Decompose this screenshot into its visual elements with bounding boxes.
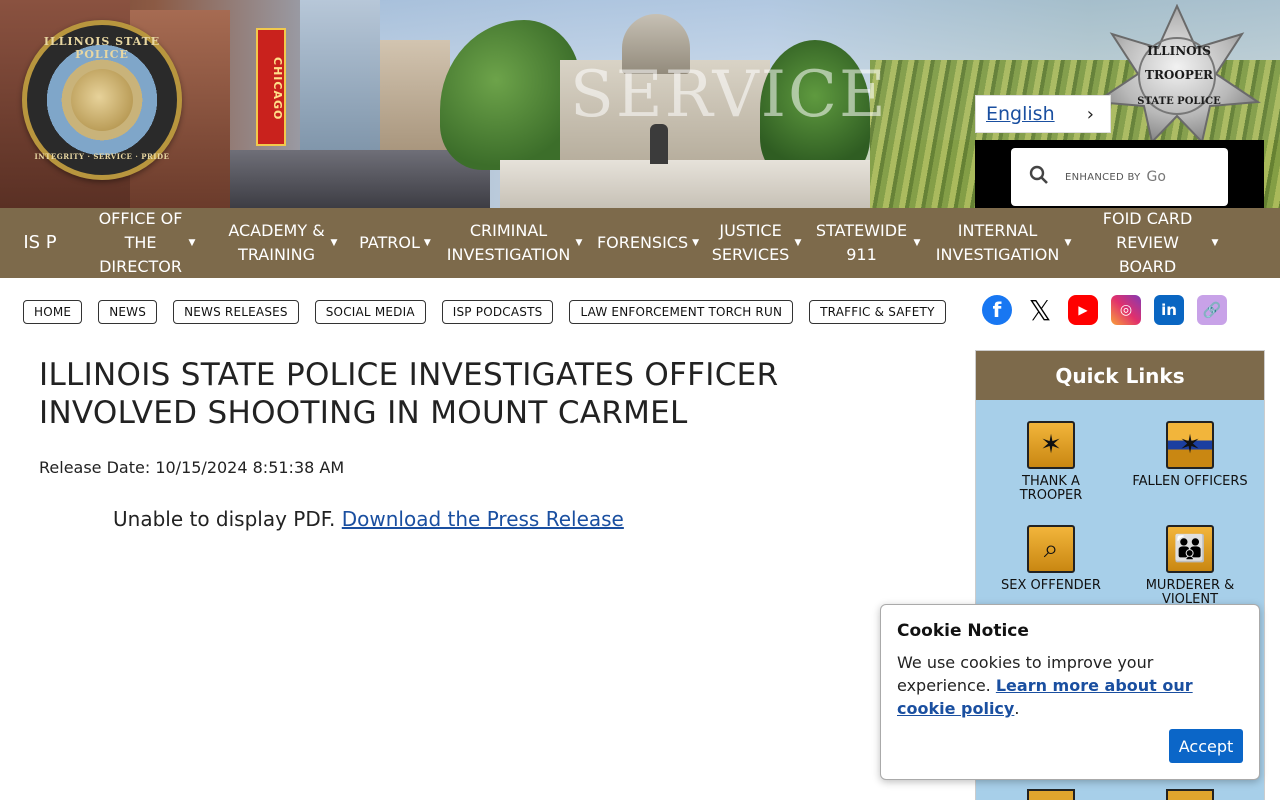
search-brand-label: Go xyxy=(1146,169,1166,185)
chicago-sign: CHICAGO xyxy=(256,28,286,146)
nav-label: CRIMINAL INVESTIGATION xyxy=(446,221,571,264)
badge-line-1: ILLINOIS xyxy=(1147,44,1211,58)
nav-label: INTERNAL INVESTIGATION xyxy=(935,221,1060,264)
language-link[interactable]: English xyxy=(986,103,1055,125)
youtube-icon[interactable]: ▶ xyxy=(1068,295,1098,325)
accept-cookies-button[interactable]: Accept xyxy=(1169,729,1243,763)
caret-down-icon: ▼ xyxy=(330,238,338,248)
quick-link-icon-partial[interactable] xyxy=(1166,789,1214,800)
facebook-icon[interactable]: f xyxy=(982,295,1012,325)
caret-down-icon: ▼ xyxy=(575,238,583,248)
nav-label: PATROL xyxy=(359,233,420,252)
subnav-home[interactable]: HOME xyxy=(23,300,83,324)
pdf-message: Unable to display PDF. Download the Pres… xyxy=(113,507,624,531)
nav-isp-home[interactable]: IS P xyxy=(0,229,80,257)
caret-down-icon: ▼ xyxy=(913,238,921,248)
cookie-notice: Cookie Notice We use cookies to improve … xyxy=(880,604,1260,780)
social-links: f 𝕏 ▶ ◎ in 🔗 xyxy=(982,294,1227,327)
badge-line-3: STATE POLICE xyxy=(1137,96,1221,107)
caret-down-icon: ▼ xyxy=(423,238,431,248)
download-press-release-link[interactable]: Download the Press Release xyxy=(342,507,624,531)
caret-down-icon: ▼ xyxy=(188,238,196,248)
quick-link-label: FALLEN OFFICERS xyxy=(1132,474,1248,489)
subnav-news[interactable]: NEWS xyxy=(98,300,158,324)
family-icon: 👪 xyxy=(1166,525,1214,573)
capitol-steps xyxy=(500,160,870,208)
star-badge-mourning-icon: ✶ xyxy=(1166,421,1214,469)
nav-justice-services[interactable]: JUSTICE SERVICES ▼ xyxy=(706,219,806,267)
magnifier-icon: ⌕ xyxy=(1027,525,1075,573)
link-icon[interactable]: 🔗 xyxy=(1197,295,1227,325)
nav-office-of-the-director[interactable]: OFFICE OF THE DIRECTOR ▼ xyxy=(80,207,212,279)
caret-down-icon: ▼ xyxy=(794,238,802,248)
page-title: ILLINOIS STATE POLICE INVESTIGATES OFFIC… xyxy=(39,357,779,431)
quick-link-icon-partial[interactable] xyxy=(1027,789,1075,800)
cookie-text: We use cookies to improve your experienc… xyxy=(897,651,1243,720)
seal-motto: INTEGRITY · SERVICE · PRIDE xyxy=(34,152,170,161)
caret-down-icon: ▼ xyxy=(1211,238,1219,248)
search-enhanced-label: ENHANCED BY xyxy=(1065,171,1141,183)
cookie-suffix: . xyxy=(1014,699,1020,718)
seal-text: ILLINOIS STATE POLICE xyxy=(43,35,161,61)
nav-label: STATEWIDE 911 xyxy=(815,221,908,264)
search-icon[interactable] xyxy=(1029,165,1049,190)
nav-criminal-investigation[interactable]: CRIMINAL INVESTIGATION ▼ xyxy=(438,219,590,267)
eagle-icon xyxy=(71,69,133,131)
quick-links-title: Quick Links xyxy=(976,351,1264,400)
release-date: Release Date: 10/15/2024 8:51:38 AM xyxy=(39,458,345,477)
quick-link-label: THANK A TROOPER xyxy=(1019,474,1083,503)
quick-link-murderer-violent[interactable]: 👪 MURDERER & VIOLENT xyxy=(1130,525,1250,607)
banner-street xyxy=(230,150,490,208)
service-watermark: SERVICE xyxy=(570,58,888,132)
subnav-social-media[interactable]: SOCIAL MEDIA xyxy=(314,300,426,324)
nav-label: FOID CARD REVIEW BOARD xyxy=(1102,209,1193,276)
quick-link-label: SEX OFFENDER xyxy=(1001,578,1101,593)
caret-down-icon: ▼ xyxy=(1064,238,1072,248)
subnav-torch-run[interactable]: LAW ENFORCEMENT TORCH RUN xyxy=(569,300,794,324)
main-nav: IS P OFFICE OF THE DIRECTOR ▼ ACADEMY & T… xyxy=(0,208,1280,278)
badge-line-2: TROOPER xyxy=(1145,68,1213,82)
nav-label: JUSTICE SERVICES xyxy=(711,221,790,264)
banner-building xyxy=(300,0,380,160)
nav-foid-card-review-board[interactable]: FOID CARD REVIEW BOARD ▼ xyxy=(1078,207,1238,279)
quick-link-sex-offender[interactable]: ⌕ SEX OFFENDER xyxy=(991,525,1111,593)
subnav-traffic-safety[interactable]: TRAFFIC & SAFETY xyxy=(809,300,946,324)
star-badge-icon: ✶ xyxy=(1027,421,1075,469)
search-panel: ENHANCED BY Go xyxy=(975,140,1264,208)
quick-link-thank-a-trooper[interactable]: ✶ THANK A TROOPER xyxy=(991,421,1111,503)
nav-label: ACADEMY & TRAINING xyxy=(228,221,325,264)
nav-label: OFFICE OF THE DIRECTOR xyxy=(98,209,183,276)
caret-down-icon: ▼ xyxy=(692,238,700,248)
trooper-badge: ILLINOIS TROOPER STATE POLICE xyxy=(1092,3,1262,145)
nav-academy-training[interactable]: ACADEMY & TRAINING ▼ xyxy=(212,219,352,267)
nav-statewide-911[interactable]: STATEWIDE 911 ▼ xyxy=(806,219,928,267)
nav-patrol[interactable]: PATROL ▼ xyxy=(352,231,438,255)
search-input[interactable]: ENHANCED BY Go xyxy=(1011,148,1228,206)
linkedin-icon[interactable]: in xyxy=(1154,295,1184,325)
instagram-icon[interactable]: ◎ xyxy=(1111,295,1141,325)
subnav-isp-podcasts[interactable]: ISP PODCASTS xyxy=(441,300,554,324)
nav-label: FORENSICS xyxy=(596,233,689,252)
x-twitter-icon[interactable]: 𝕏 xyxy=(1025,294,1055,327)
nav-internal-investigation[interactable]: INTERNAL INVESTIGATION ▼ xyxy=(928,219,1078,267)
nav-forensics[interactable]: FORENSICS ▼ xyxy=(590,231,706,255)
pdf-unavailable-text: Unable to display PDF. xyxy=(113,507,336,531)
isp-seal-logo[interactable]: ILLINOIS STATE POLICE INTEGRITY · SERVIC… xyxy=(22,20,182,180)
language-selector[interactable]: English › xyxy=(975,95,1111,133)
chevron-right-icon: › xyxy=(1086,103,1094,125)
header-banner: CHICAGO SERVICE ILLINOIS STATE POLICE IN… xyxy=(0,0,1280,208)
subnav-news-releases[interactable]: NEWS RELEASES xyxy=(173,300,299,324)
quick-link-label: MURDERER & VIOLENT xyxy=(1145,578,1235,607)
cookie-title: Cookie Notice xyxy=(897,621,1029,641)
quick-link-fallen-officers[interactable]: ✶ FALLEN OFFICERS xyxy=(1130,421,1250,489)
secondary-nav: HOME NEWS NEWS RELEASES SOCIAL MEDIA ISP… xyxy=(23,300,946,324)
